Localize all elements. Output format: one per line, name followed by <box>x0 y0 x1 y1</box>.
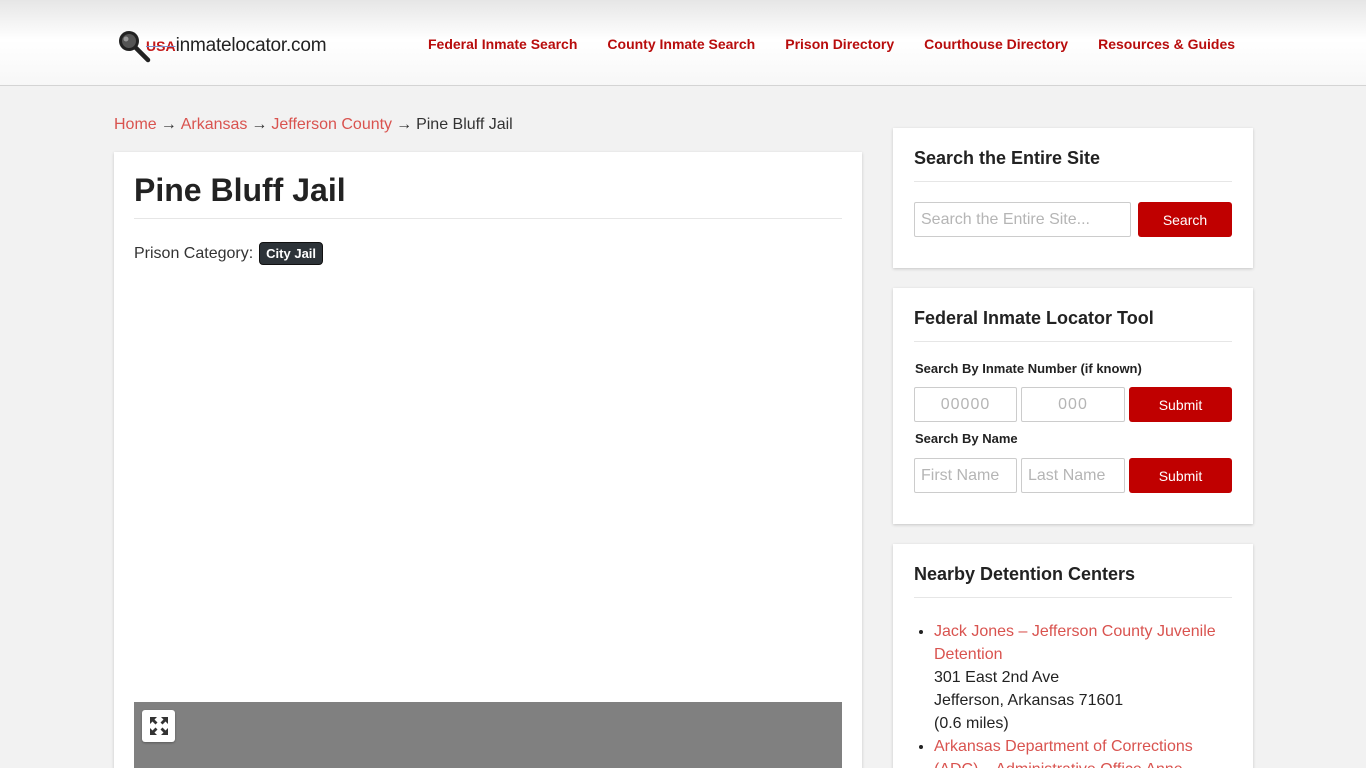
nearby-center-address: 301 East 2nd Ave <box>934 669 1060 686</box>
search-by-name-label: Search By Name <box>915 431 1018 446</box>
prison-category: Prison Category: City Jail <box>134 242 324 265</box>
widget-divider <box>914 341 1232 342</box>
nearby-center-distance: (0.6 miles) <box>934 715 1009 732</box>
inmate-number-submit-button[interactable]: Submit <box>1129 387 1232 422</box>
federal-locator-title: Federal Inmate Locator Tool <box>914 308 1154 328</box>
widget-divider <box>914 181 1232 182</box>
map-fullscreen-button[interactable] <box>142 710 175 742</box>
last-name-field[interactable] <box>1021 458 1125 493</box>
inmate-number-field-1[interactable] <box>914 387 1017 422</box>
title-divider <box>134 218 842 219</box>
list-item: Jack Jones – Jefferson County Juvenile D… <box>934 620 1234 735</box>
site-logo[interactable]: USAinmatelocator.com <box>116 28 327 64</box>
name-search-submit-button[interactable]: Submit <box>1129 458 1232 493</box>
breadcrumb-separator: → <box>251 116 268 133</box>
nav-resources-guides[interactable]: Resources & Guides <box>1098 36 1235 52</box>
breadcrumb-current: Pine Bluff Jail <box>416 116 513 133</box>
nearby-center-city: Jefferson, Arkansas 71601 <box>934 692 1124 709</box>
site-search-title: Search the Entire Site <box>914 148 1101 168</box>
nav-federal-inmate-search[interactable]: Federal Inmate Search <box>428 36 577 52</box>
prison-category-label: Prison Category: <box>134 244 254 262</box>
site-search-button[interactable]: Search <box>1138 202 1232 237</box>
category-badge[interactable]: City Jail <box>259 242 324 265</box>
logo-usa: USA <box>146 38 176 54</box>
breadcrumb-separator: → <box>160 116 177 133</box>
widget-divider <box>914 597 1232 598</box>
breadcrumb: Home → Arkansas → Jefferson County → Pine Bluf… <box>114 116 513 134</box>
nearby-center-link[interactable]: Arkansas Department of Corrections (ADC)… <box>934 738 1193 768</box>
site-header: USAinmatelocator.com Federal Inmate Sear… <box>0 0 1366 86</box>
map-embed[interactable] <box>134 702 842 768</box>
logo-domain: inmatelocator.com <box>175 35 327 56</box>
nearby-centers-list: Jack Jones – Jefferson County Juvenile D… <box>934 620 1234 768</box>
main-nav: Federal Inmate Search County Inmate Sear… <box>428 36 1235 52</box>
nav-prison-directory[interactable]: Prison Directory <box>785 36 894 52</box>
site-search-widget: Search the Entire Site Search <box>893 128 1253 268</box>
inmate-number-label: Search By Inmate Number (if known) <box>915 361 1142 376</box>
nav-county-inmate-search[interactable]: County Inmate Search <box>607 36 755 52</box>
page-title: Pine Bluff Jail <box>134 172 346 208</box>
inmate-number-field-2[interactable] <box>1021 387 1125 422</box>
logo-wordmark: USAinmatelocator.com <box>146 35 327 57</box>
fullscreen-icon <box>149 717 168 735</box>
main-content-card: Pine Bluff Jail Prison Category: City Ja… <box>114 152 862 768</box>
nearby-centers-title: Nearby Detention Centers <box>914 564 1136 584</box>
nearby-centers-widget: Nearby Detention Centers Jack Jones – Je… <box>893 544 1253 768</box>
breadcrumb-state[interactable]: Arkansas <box>181 116 248 133</box>
nav-courthouse-directory[interactable]: Courthouse Directory <box>924 36 1068 52</box>
breadcrumb-separator: → <box>396 116 413 133</box>
nearby-center-link[interactable]: Jack Jones – Jefferson County Juvenile D… <box>934 623 1216 663</box>
first-name-field[interactable] <box>914 458 1017 493</box>
federal-locator-widget: Federal Inmate Locator Tool Search By In… <box>893 288 1253 524</box>
site-search-input[interactable] <box>914 202 1131 237</box>
list-item: Arkansas Department of Corrections (ADC)… <box>934 735 1234 768</box>
breadcrumb-county[interactable]: Jefferson County <box>271 116 392 133</box>
breadcrumb-home[interactable]: Home <box>114 116 157 133</box>
